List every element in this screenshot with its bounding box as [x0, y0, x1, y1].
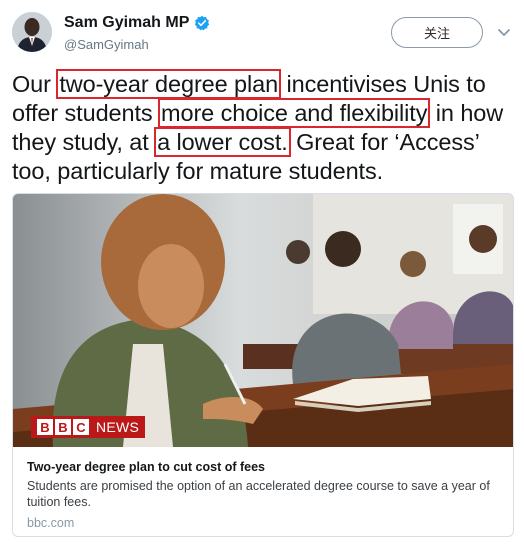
bbc-news-text: NEWS [96, 419, 140, 435]
chevron-down-icon[interactable] [496, 24, 512, 40]
tweet-text: Our two-year degree plan incentivises Un… [12, 69, 517, 186]
highlighted-phrase: a lower cost. [154, 127, 291, 157]
author-avatar[interactable] [12, 12, 52, 52]
follow-button[interactable]: 关注 [391, 17, 483, 48]
author-name[interactable]: Sam Gyimah MP [64, 14, 189, 32]
verified-badge-icon [195, 15, 210, 31]
bbc-letter: C [73, 419, 89, 435]
card-title[interactable]: Two-year degree plan to cut cost of fees [27, 460, 265, 474]
bbc-letter: B [37, 419, 53, 435]
tweet-header: Sam Gyimah MP @SamGyimah 关注 [0, 0, 524, 62]
highlighted-phrase: two-year degree plan [56, 69, 282, 99]
bbc-news-logo: B B C NEWS [31, 416, 146, 438]
author-handle[interactable]: @SamGyimah [64, 37, 149, 52]
bbc-letter: B [55, 419, 71, 435]
link-card[interactable]: B B C NEWS Two-year degree plan to cut c… [12, 193, 514, 537]
tweet-text-segment: Our [12, 71, 58, 97]
card-domain[interactable]: bbc.com [27, 516, 74, 530]
card-image [13, 194, 513, 447]
card-description: Students are promised the option of an a… [27, 479, 490, 509]
highlighted-phrase: more choice and flexibility [158, 98, 431, 128]
